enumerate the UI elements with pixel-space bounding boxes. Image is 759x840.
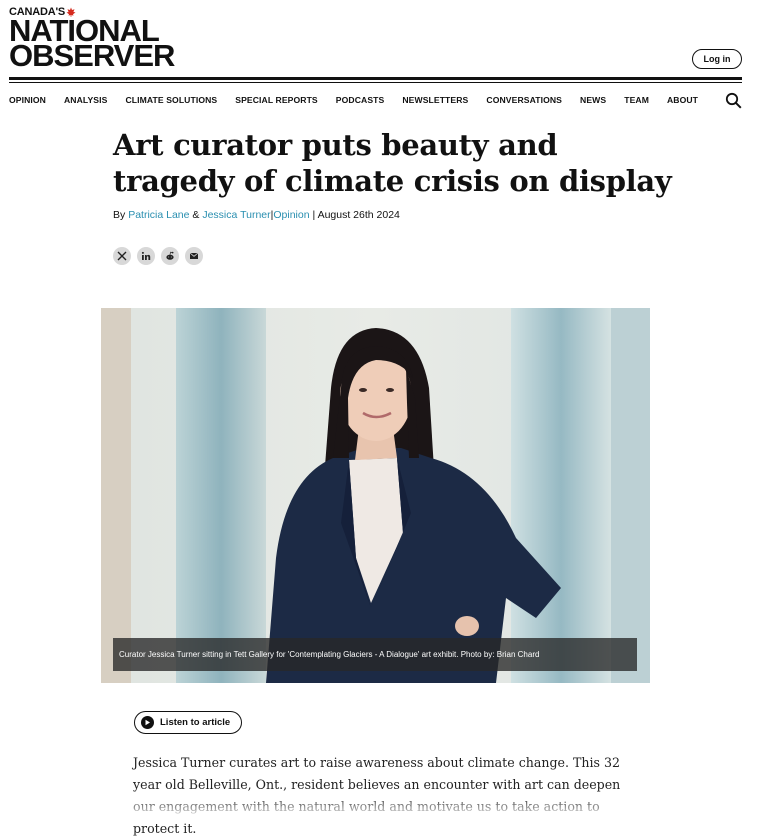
login-button[interactable]: Log in [692,49,742,69]
nav-item-special-reports[interactable]: SPECIAL REPORTS [235,95,318,105]
share-linkedin-button[interactable] [137,247,155,265]
nav-item-newsletters[interactable]: NEWSLETTERS [402,95,468,105]
article-title: Art curator puts beauty and tragedy of c… [113,128,672,198]
site-logo[interactable]: CANADA'S NATIONAL OBSERVER [9,6,175,73]
nav-item-team[interactable]: TEAM [624,95,649,105]
nav-item-climate-solutions[interactable]: CLIMATE SOLUTIONS [125,95,217,105]
byline-separator: | [312,209,316,221]
nav-item-podcasts[interactable]: PODCASTS [336,95,385,105]
bottom-fade [0,795,759,817]
header-rule-thin [9,82,742,83]
nav-item-news[interactable]: NEWS [580,95,606,105]
share-reddit-button[interactable] [161,247,179,265]
listen-to-article-button[interactable]: Listen to article [134,711,242,734]
nav-item-analysis[interactable]: ANALYSIS [64,95,107,105]
photo-illustration [101,308,650,683]
search-icon[interactable] [725,92,742,109]
share-buttons [113,247,203,265]
article-photo [101,308,650,683]
main-nav: OPINION ANALYSIS CLIMATE SOLUTIONS SPECI… [9,95,716,105]
email-icon [189,252,199,259]
photo-caption: Curator Jessica Turner sitting in Tett G… [113,638,637,671]
header-rule-thick [9,77,742,80]
play-icon [141,716,154,729]
share-email-button[interactable] [185,247,203,265]
logo-observer: OBSERVER [9,38,175,73]
nav-item-about[interactable]: ABOUT [667,95,698,105]
listen-label: Listen to article [160,717,231,728]
section-link-opinion[interactable]: Opinion [273,209,309,221]
publish-date: August 26th 2024 [317,209,400,221]
nav-item-conversations[interactable]: CONVERSATIONS [486,95,562,105]
byline-prefix: By [113,209,126,221]
author-link-jessica-turner[interactable]: Jessica Turner [202,209,270,221]
byline-ampersand: & [192,209,200,221]
author-link-patricia-lane[interactable]: Patricia Lane [128,209,189,221]
share-x-button[interactable] [113,247,131,265]
linkedin-icon [141,251,151,260]
reddit-icon [166,251,174,260]
x-icon [117,251,127,261]
byline: By Patricia Lane & Jessica Turner |Opinio… [113,209,400,221]
nav-item-opinion[interactable]: OPINION [9,95,46,105]
